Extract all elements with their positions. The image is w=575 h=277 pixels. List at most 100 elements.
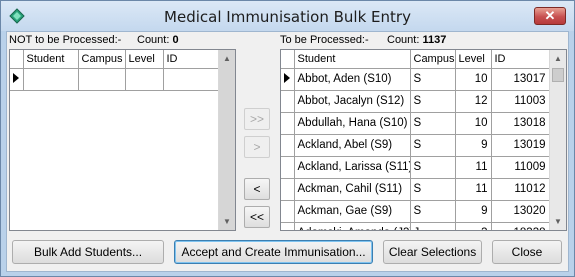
cell-campus[interactable]: S	[410, 200, 456, 223]
table-row[interactable]: Ackman, Cahil (S11) S 11 11012	[281, 178, 550, 201]
table-cell[interactable]	[125, 68, 164, 91]
cell-id[interactable]: 11012	[491, 178, 550, 201]
cell-level[interactable]: 9	[455, 134, 492, 157]
table-cell[interactable]	[78, 68, 126, 91]
cell-id[interactable]: 11009	[491, 156, 550, 179]
grid-header-row: Student Campus Level ID	[281, 50, 550, 69]
cell-student[interactable]: Ackman, Cahil (S11)	[294, 178, 411, 201]
column-header-id[interactable]: ID	[163, 50, 219, 69]
cell-campus[interactable]: J	[410, 222, 456, 230]
cell-level[interactable]: 12	[455, 90, 492, 113]
scroll-down-arrow-icon[interactable]: ▼	[550, 213, 566, 230]
move-right-button[interactable]: >	[244, 136, 270, 158]
cell-level[interactable]: 10	[455, 68, 492, 91]
cell-campus[interactable]: S	[410, 134, 456, 157]
row-indicator	[281, 222, 295, 230]
column-header-id[interactable]: ID	[491, 50, 550, 69]
to-be-processed-count-label: Count:	[387, 34, 420, 46]
window-title: Medical Immunisation Bulk Entry	[164, 8, 411, 26]
clear-selections-button[interactable]: Clear Selections	[383, 240, 482, 264]
row-indicator	[281, 68, 295, 91]
row-indicator	[10, 68, 24, 91]
cell-id[interactable]: 13019	[491, 134, 550, 157]
column-header-level[interactable]: Level	[455, 50, 492, 69]
table-row[interactable]: Ackland, Larissa (S11) S 11 11009	[281, 156, 550, 179]
not-processed-count-value: 0	[172, 34, 179, 46]
cell-campus[interactable]: S	[410, 68, 456, 91]
cell-campus[interactable]: S	[410, 90, 456, 113]
table-row[interactable]: Adamski, Amanda (J3)J318338	[281, 222, 550, 230]
row-indicator-header	[10, 50, 24, 69]
not-processed-count: Count: 0	[137, 34, 179, 46]
cell-id[interactable]: 11003	[491, 90, 550, 113]
cell-id[interactable]: 18338	[491, 222, 550, 230]
cell-student[interactable]: Abbot, Jacalyn (S12)	[294, 90, 411, 113]
bulk-add-students-button[interactable]: Bulk Add Students...	[12, 240, 164, 264]
table-row[interactable]: Ackland, Abel (S9) S 9 13019	[281, 134, 550, 157]
current-row-pointer-icon	[284, 72, 290, 83]
cell-level[interactable]: 11	[455, 156, 492, 179]
move-all-left-button[interactable]: <<	[244, 206, 270, 228]
cell-student[interactable]: Abdullah, Hana (S10)	[294, 112, 411, 135]
close-button[interactable]: Close	[492, 240, 562, 264]
cell-campus[interactable]: S	[410, 156, 456, 179]
cell-student[interactable]: Ackman, Gae (S9)	[294, 200, 411, 223]
row-indicator	[281, 156, 295, 179]
column-header-student[interactable]: Student	[23, 50, 79, 69]
cell-level[interactable]: 9	[455, 200, 492, 223]
column-header-campus[interactable]: Campus	[78, 50, 126, 69]
cell-level[interactable]: 11	[455, 178, 492, 201]
to-be-processed-count: Count: 1137	[387, 34, 446, 46]
column-header-student[interactable]: Student	[294, 50, 411, 69]
to-be-processed-grid[interactable]: Student Campus Level ID Abbot, Aden (S10…	[280, 49, 567, 231]
window-close-button[interactable]: ✕	[534, 7, 566, 25]
table-row[interactable]: Abbot, Jacalyn (S12) S 12 11003	[281, 90, 550, 113]
not-processed-count-label: Count:	[137, 34, 170, 46]
dialog-window: Medical Immunisation Bulk Entry ✕ NOT to…	[0, 0, 575, 277]
table-row[interactable]: Abbot, Aden (S10) S 10 13017	[281, 68, 550, 91]
cell-level[interactable]: 10	[455, 112, 492, 135]
title-bar[interactable]: Medical Immunisation Bulk Entry ✕	[1, 1, 574, 31]
not-processed-label: NOT to be Processed:-	[9, 34, 122, 46]
cell-student[interactable]: Abbot, Aden (S10)	[294, 68, 411, 91]
cell-id[interactable]: 13018	[491, 112, 550, 135]
move-left-button[interactable]: <	[244, 178, 270, 200]
cell-campus[interactable]: S	[410, 112, 456, 135]
cell-student[interactable]: Ackland, Larissa (S11)	[294, 156, 411, 179]
current-row-pointer-icon	[13, 72, 19, 83]
scroll-up-arrow-icon[interactable]: ▲	[550, 50, 566, 67]
cell-student[interactable]: Ackland, Abel (S9)	[294, 134, 411, 157]
scroll-down-arrow-icon[interactable]: ▼	[219, 213, 235, 230]
table-row[interactable]: Abdullah, Hana (S10) S 10 13018	[281, 112, 550, 135]
row-indicator	[281, 112, 295, 135]
to-be-processed-count-value: 1137	[422, 34, 447, 46]
to-be-processed-table: Student Campus Level ID Abbot, Aden (S10…	[281, 50, 550, 230]
accept-and-create-button[interactable]: Accept and Create Immunisation...	[174, 240, 373, 264]
not-processed-grid[interactable]: Student Campus Level ID ▲ ▼	[9, 49, 236, 231]
cell-level[interactable]: 3	[455, 222, 492, 230]
scroll-up-arrow-icon[interactable]: ▲	[219, 50, 235, 67]
scroll-thumb[interactable]	[552, 68, 564, 82]
table-cell[interactable]	[23, 68, 79, 91]
cell-id[interactable]: 13017	[491, 68, 550, 91]
new-row[interactable]	[10, 68, 219, 91]
row-indicator	[281, 90, 295, 113]
dialog-client-area: NOT to be Processed:- Count: 0 To be Pro…	[6, 31, 569, 272]
right-grid-scrollbar[interactable]: ▲ ▼	[549, 50, 566, 230]
not-processed-table: Student Campus Level ID	[10, 50, 219, 91]
table-row[interactable]: Ackman, Gae (S9) S 9 13020	[281, 200, 550, 223]
cell-campus[interactable]: S	[410, 178, 456, 201]
table-cell[interactable]	[163, 68, 219, 91]
column-header-campus[interactable]: Campus	[410, 50, 456, 69]
cell-student[interactable]: Adamski, Amanda (J3)	[294, 222, 411, 230]
row-indicator	[281, 200, 295, 223]
row-indicator	[281, 134, 295, 157]
move-all-right-button[interactable]: >>	[244, 108, 270, 130]
grid-header-row: Student Campus Level ID	[10, 50, 219, 69]
to-be-processed-label: To be Processed:-	[280, 34, 369, 46]
row-indicator	[281, 178, 295, 201]
column-header-level[interactable]: Level	[125, 50, 164, 69]
cell-id[interactable]: 13020	[491, 200, 550, 223]
row-indicator-header	[281, 50, 295, 69]
left-grid-scrollbar[interactable]: ▲ ▼	[218, 50, 235, 230]
